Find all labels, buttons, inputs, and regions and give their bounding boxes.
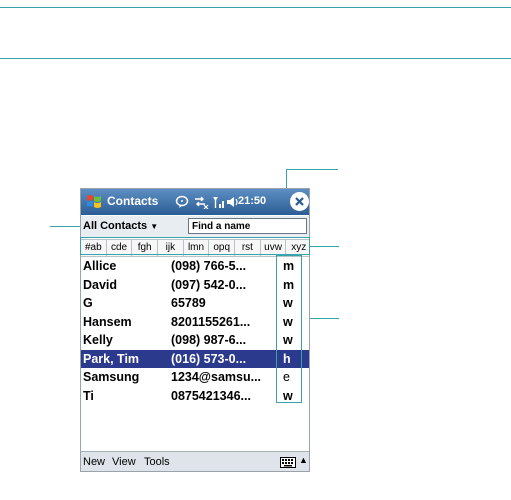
- alpha-tab[interactable]: lmn: [184, 240, 210, 256]
- input-panel-arrow-icon[interactable]: ▲: [299, 455, 308, 465]
- contact-detail: 8201155261...: [171, 314, 251, 329]
- contact-detail: 0875421346...: [171, 388, 251, 403]
- alpha-tab[interactable]: opq: [209, 240, 236, 256]
- alpha-tab[interactable]: xyz: [286, 240, 309, 256]
- contact-type: w: [283, 314, 293, 329]
- alpha-tab[interactable]: uvw: [261, 240, 287, 256]
- filter-row: All Contacts ▼: [81, 216, 309, 237]
- contact-detail: (097) 542-0...: [171, 277, 247, 292]
- alphabet-tab-bar: #ab cde fgh ijk lmn opq rst uvw xyz: [81, 239, 309, 257]
- contact-row[interactable]: G 65789 w: [81, 294, 309, 313]
- alpha-tab[interactable]: rst: [235, 240, 261, 256]
- alpha-tab[interactable]: #ab: [81, 240, 107, 256]
- contact-detail: (098) 987-6...: [171, 333, 247, 347]
- contact-name: Ti: [83, 388, 94, 403]
- windows-start-icon[interactable]: [85, 193, 103, 211]
- find-name-input[interactable]: [188, 218, 307, 234]
- contact-name: Hansem: [83, 314, 132, 329]
- contact-detail: 65789: [171, 296, 206, 310]
- connectivity-icon[interactable]: [192, 192, 210, 212]
- callout-filter-line: [50, 226, 80, 227]
- pocketpc-screen: Contacts 21:50 All Contacts▼ #ab cde fgh…: [80, 188, 310, 472]
- contact-detail: (098) 766-5...: [171, 259, 247, 273]
- menu-new[interactable]: New: [83, 456, 105, 468]
- contact-row[interactable]: David (097) 542-0... m: [81, 276, 309, 295]
- top-rule: [0, 7, 511, 8]
- section-rule: [0, 58, 511, 59]
- contact-row-selected[interactable]: Park, Tim (016) 573-0... h: [81, 349, 309, 368]
- contact-row[interactable]: Kelly (098) 987-6... w: [81, 331, 309, 350]
- contact-row[interactable]: Ti 0875421346... w: [81, 387, 309, 406]
- contact-type: m: [283, 259, 295, 273]
- contact-type: w: [283, 333, 293, 347]
- alpha-tab[interactable]: ijk: [158, 240, 184, 256]
- contact-name: G: [83, 296, 93, 310]
- category-filter-dropdown[interactable]: All Contacts ▼: [83, 220, 158, 232]
- contact-type: w: [283, 296, 293, 310]
- contact-type: h: [283, 351, 291, 366]
- menu-tools[interactable]: Tools: [144, 456, 170, 468]
- app-title: Contacts: [107, 194, 159, 208]
- contact-name: Park, Tim: [83, 351, 140, 366]
- category-filter-label: All Contacts: [83, 220, 148, 232]
- callout-alphabar-line: [310, 246, 339, 247]
- contact-type: m: [283, 277, 295, 292]
- contact-name: Kelly: [83, 333, 113, 347]
- bottom-menu-bar: New View Tools ▲: [81, 451, 309, 471]
- notification-icon[interactable]: [173, 192, 191, 212]
- keyboard-icon[interactable]: [280, 457, 296, 468]
- contact-name: Allice: [83, 259, 117, 273]
- contact-row[interactable]: Samsung 1234@samsu... e: [81, 368, 309, 387]
- close-icon[interactable]: [290, 192, 309, 211]
- contact-row[interactable]: Allice (098) 766-5... m: [81, 257, 309, 276]
- callout-find-horizontal: [286, 169, 338, 170]
- contact-name: David: [83, 277, 118, 292]
- contact-detail: (016) 573-0...: [171, 351, 247, 366]
- contact-detail: 1234@samsu...: [171, 370, 262, 384]
- contact-row[interactable]: Hansem 8201155261... w: [81, 313, 309, 332]
- title-bar: Contacts 21:50: [81, 189, 309, 215]
- alpha-tab[interactable]: cde: [107, 240, 133, 256]
- clock[interactable]: 21:50: [238, 195, 266, 207]
- dropdown-caret-icon: ▼: [150, 222, 159, 231]
- contact-type: e: [283, 370, 290, 384]
- contact-type: w: [283, 388, 293, 403]
- alpha-tab[interactable]: fgh: [132, 240, 159, 256]
- menu-view[interactable]: View: [112, 456, 136, 468]
- contact-name: Samsung: [83, 370, 140, 384]
- contact-list: Allice (098) 766-5... m David (097) 542-…: [81, 257, 309, 406]
